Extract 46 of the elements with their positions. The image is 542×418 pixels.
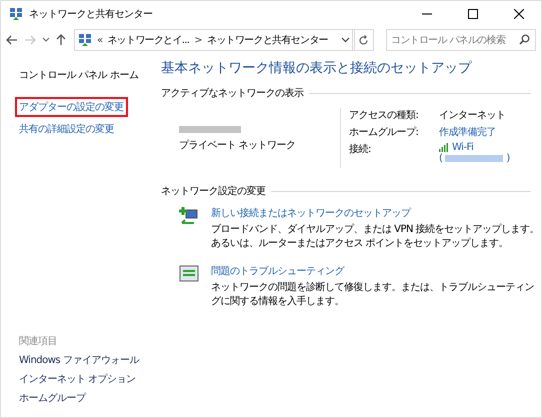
related-heading: 関連項目 bbox=[19, 334, 58, 348]
breadcrumb-separator[interactable]: > bbox=[194, 34, 202, 46]
back-arrow-icon[interactable] bbox=[6, 35, 18, 45]
close-icon[interactable] bbox=[514, 9, 524, 19]
task-link[interactable]: 問題のトラブルシューティング bbox=[211, 264, 541, 278]
breadcrumb-overflow[interactable]: « bbox=[97, 34, 102, 46]
section-title: アクティブなネットワークの表示 bbox=[161, 86, 304, 100]
network-type: プライベート ネットワーク bbox=[179, 138, 297, 152]
bracket: ) bbox=[506, 153, 510, 164]
maximize-icon[interactable] bbox=[468, 9, 478, 19]
related-link[interactable]: Windows ファイアウォール bbox=[19, 353, 151, 367]
connection-link[interactable]: Wi-Fi bbox=[452, 142, 474, 153]
troubleshoot-icon bbox=[179, 265, 199, 283]
signal-bars-icon bbox=[439, 143, 449, 152]
refresh-icon bbox=[358, 34, 368, 46]
search-field[interactable]: コントロール パネルの検索 bbox=[386, 29, 536, 51]
task-link[interactable]: 新しい接続またはネットワークのセットアップ bbox=[211, 206, 541, 220]
page-heading: 基本ネットワーク情報の表示と接続のセットアップ bbox=[161, 59, 473, 77]
sidebar-link[interactable]: 共有の詳細設定の変更 bbox=[15, 119, 118, 139]
window-title: ネットワークと共有センター bbox=[29, 8, 152, 21]
refresh-button[interactable] bbox=[352, 29, 374, 51]
redacted-network-name bbox=[445, 155, 504, 162]
property-value: インターネット bbox=[439, 109, 506, 122]
breadcrumb[interactable]: ネットワークと共有センター bbox=[206, 33, 328, 47]
chevron-down-icon[interactable] bbox=[42, 37, 50, 43]
home-link[interactable]: コントロール パネル ホーム bbox=[15, 65, 142, 85]
chevron-down-icon[interactable] bbox=[341, 37, 350, 43]
property-label: 接続: bbox=[349, 142, 372, 157]
property-label: アクセスの種類: bbox=[349, 108, 420, 122]
breadcrumb[interactable]: ネットワークとイ... bbox=[107, 33, 190, 47]
section-title: ネットワーク設定の変更 bbox=[161, 184, 266, 198]
up-arrow-icon[interactable] bbox=[56, 34, 66, 46]
address-bar[interactable]: « ネットワークとイ... > ネットワークと共有センター bbox=[74, 29, 355, 51]
task-description: ブロードバンド、ダイヤルアップ、または VPN 接続をセットアップします。あるいは、ルーターまたはアクセス ポイントをセットアップします。 bbox=[211, 223, 540, 250]
sidebar-link[interactable]: アダプターの設定の変更 bbox=[15, 97, 128, 117]
bracket: ( bbox=[439, 153, 442, 164]
related-link[interactable]: ホームグループ bbox=[19, 391, 151, 405]
task-description: ネットワークの問題を診断して修復します。または、トラブルシューティングに関する情報を入手します。 bbox=[211, 281, 535, 308]
new-connection-icon bbox=[179, 207, 199, 227]
homegroup-link[interactable]: 作成準備完了 bbox=[439, 125, 510, 139]
network-icon bbox=[9, 7, 23, 21]
related-link[interactable]: インターネット オプション bbox=[19, 372, 151, 386]
network-icon bbox=[78, 33, 92, 47]
redacted-network-name bbox=[179, 126, 241, 133]
search-icon bbox=[519, 34, 530, 45]
property-label: ホームグループ: bbox=[349, 126, 420, 139]
